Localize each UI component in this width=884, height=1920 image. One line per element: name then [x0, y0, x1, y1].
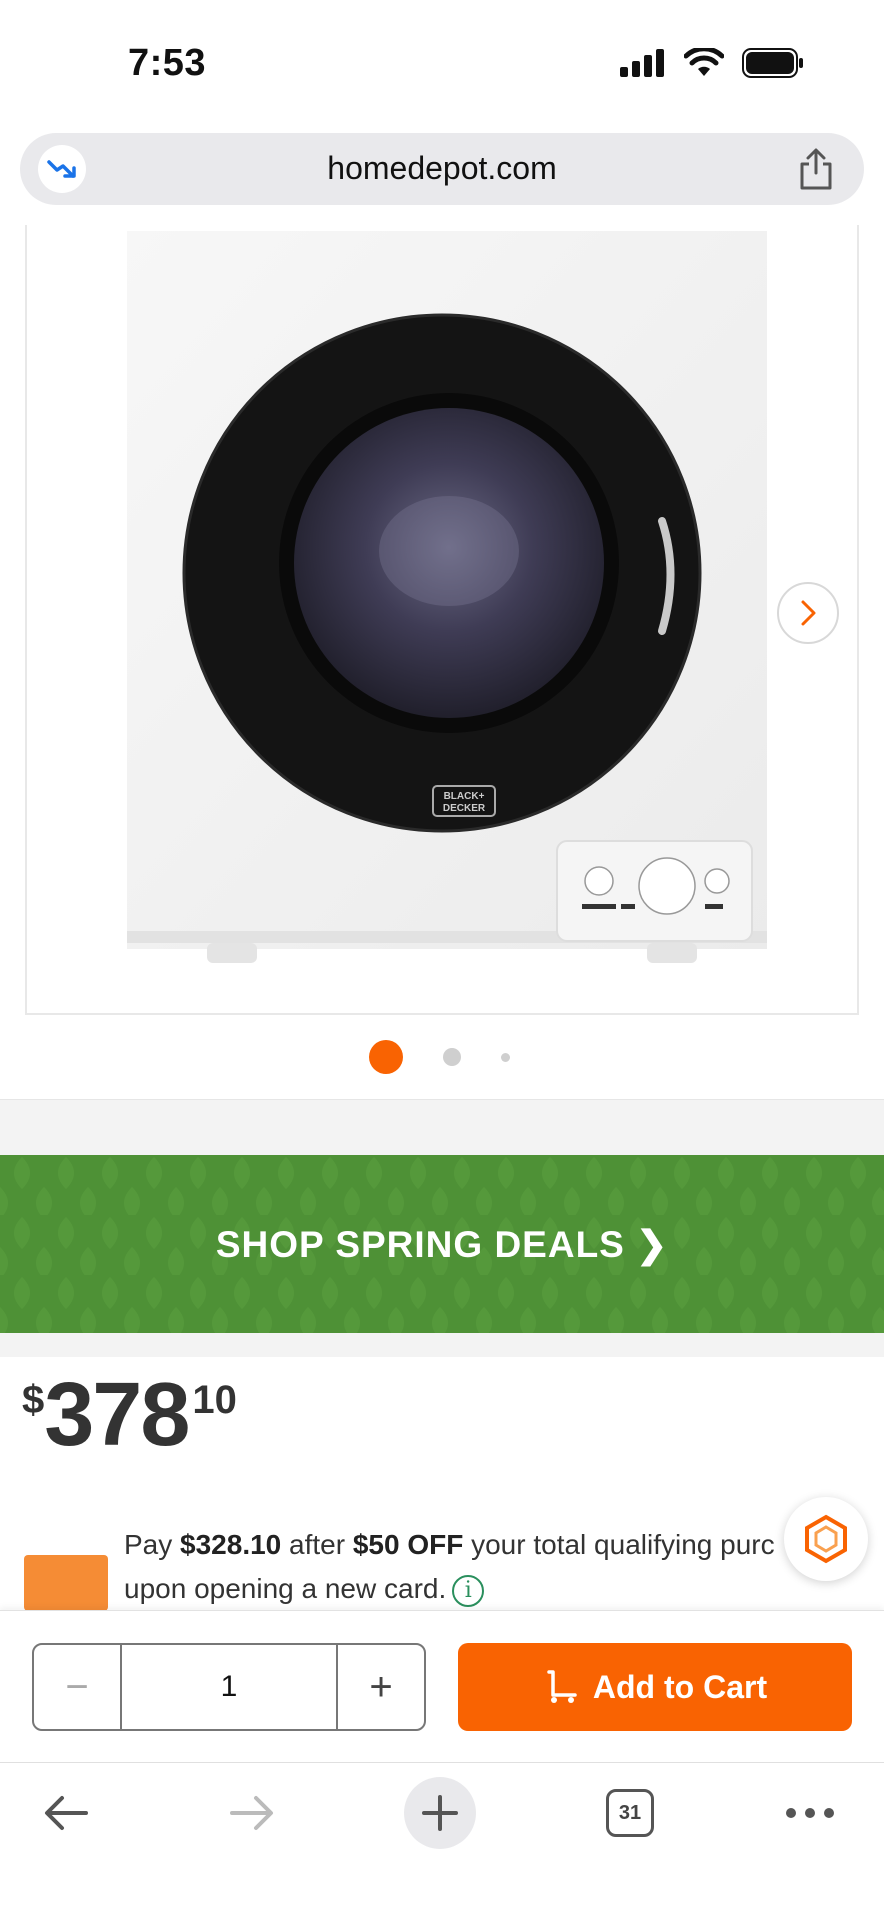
price-cents: 10	[192, 1378, 237, 1422]
wifi-icon	[684, 48, 724, 76]
brand-logo-line2: DECKER	[443, 803, 486, 814]
chevron-right-icon	[801, 600, 816, 626]
product-page: 7:53 homedepot.com BLACK+ DECKER SHOP SP…	[0, 0, 884, 1920]
address-url[interactable]: homedepot.com	[20, 150, 864, 187]
share-icon[interactable]	[796, 147, 836, 191]
credit-card-image	[24, 1555, 108, 1610]
browser-toolbar: 31	[0, 1762, 884, 1920]
quantity-stepper[interactable]: − 1 +	[32, 1643, 426, 1731]
arrow-left-icon	[45, 1796, 88, 1830]
cart-dolly-icon	[547, 1670, 577, 1703]
price-currency: $	[22, 1378, 45, 1422]
promo-banner[interactable]: SHOP SPRING DEALS ❯	[0, 1155, 884, 1333]
more-dots-icon	[786, 1808, 834, 1818]
more-menu-button[interactable]	[778, 1783, 842, 1843]
section-divider	[0, 1100, 884, 1155]
add-to-cart-bar: − 1 + Add to Cart	[0, 1610, 884, 1762]
plus-icon	[422, 1795, 458, 1831]
back-button[interactable]	[36, 1783, 96, 1843]
price-dollars: 378	[44, 1365, 190, 1465]
carousel-dot-1[interactable]	[369, 1040, 403, 1074]
product-image-frame[interactable]: BLACK+ DECKER	[25, 225, 859, 1015]
address-bar[interactable]: homedepot.com	[20, 133, 864, 205]
status-icons	[620, 48, 804, 78]
forward-button[interactable]	[222, 1783, 282, 1843]
battery-icon	[742, 48, 803, 78]
financing-offer: Pay $328.10 after $50 OFF your total qua…	[0, 1505, 884, 1610]
signal-icon	[620, 49, 664, 77]
quantity-increase-button[interactable]: +	[338, 1645, 424, 1729]
promo-text[interactable]: SHOP SPRING DEALS ❯	[216, 1223, 668, 1266]
next-image-button[interactable]	[777, 582, 839, 644]
financing-middle: after	[281, 1529, 353, 1560]
financing-discount: $50 OFF	[352, 1529, 464, 1560]
chat-assistant-button[interactable]	[784, 1497, 868, 1581]
carousel-dot-3[interactable]	[501, 1052, 510, 1062]
status-time: 7:53	[128, 42, 207, 84]
status-bar: 7:53	[0, 0, 884, 128]
quantity-decrease-button[interactable]: −	[34, 1645, 120, 1729]
financing-prefix: Pay	[124, 1529, 181, 1560]
product-price: $ 378 10	[22, 1370, 237, 1460]
tab-switcher-button[interactable]: 31	[606, 1789, 654, 1837]
carousel-dot-2[interactable]	[443, 1048, 461, 1066]
product-image-dryer: BLACK+ DECKER	[127, 231, 767, 963]
assistant-logo-icon	[805, 1514, 847, 1564]
new-tab-button[interactable]	[404, 1777, 476, 1849]
section-divider-2	[0, 1333, 884, 1357]
carousel-pagination	[0, 1040, 884, 1074]
add-to-cart-label: Add to Cart	[592, 1668, 768, 1705]
add-to-cart-button[interactable]: Add to Cart	[458, 1643, 852, 1731]
financing-line2: upon opening a new card.	[124, 1573, 447, 1604]
financing-amount: $328.10	[180, 1529, 282, 1560]
quantity-input[interactable]: 1	[120, 1645, 338, 1729]
arrow-right-icon	[230, 1796, 273, 1830]
info-icon[interactable]: i	[452, 1574, 485, 1607]
product-image-carousel[interactable]: BLACK+ DECKER	[0, 225, 884, 1100]
financing-text: Pay $328.10 after $50 OFF your total qua…	[124, 1523, 784, 1610]
financing-suffix: your total qualifying purc	[463, 1529, 775, 1560]
brand-logo-line1: BLACK+	[444, 791, 485, 802]
